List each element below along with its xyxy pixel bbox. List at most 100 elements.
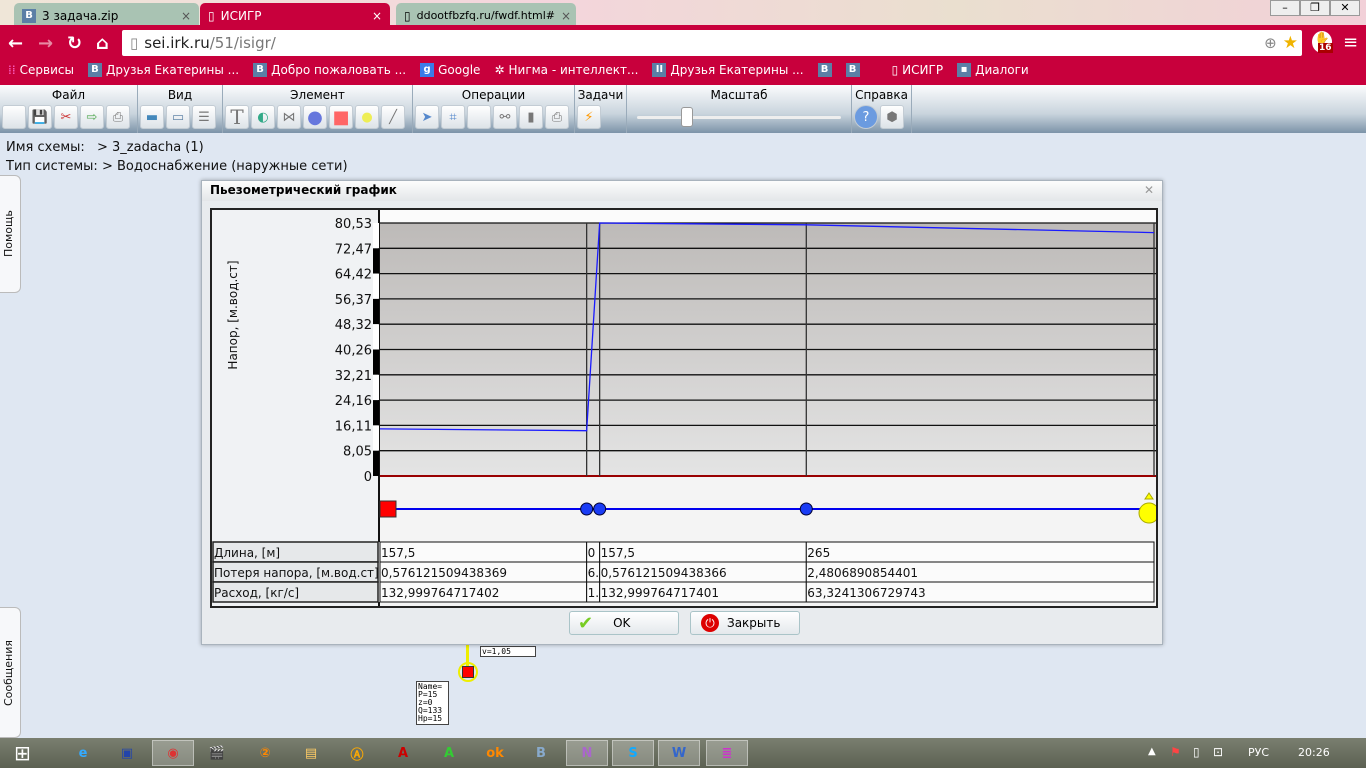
- y-tick-label: 48,32: [335, 318, 372, 333]
- start-icon[interactable]: ⊞: [14, 741, 31, 765]
- junction-node: [593, 502, 607, 516]
- image-icon[interactable]: ▭: [166, 105, 190, 129]
- chrome-icon[interactable]: ◉: [152, 740, 194, 766]
- pointer-icon[interactable]: ➤: [415, 105, 439, 129]
- y-tick-label: 8,05: [343, 445, 372, 460]
- tools-icon[interactable]: ✂: [54, 105, 78, 129]
- close-icon[interactable]: ×: [181, 9, 191, 23]
- onenote-icon[interactable]: N: [566, 740, 608, 766]
- aimp-icon[interactable]: Ⓐ: [336, 740, 378, 766]
- menu-icon[interactable]: ≡: [1343, 32, 1358, 53]
- piezometric-dialog: Пьезометрический график ✕ 80,53 72,47 64,4…: [201, 180, 1163, 645]
- pdf-icon[interactable]: A: [382, 740, 424, 766]
- tray-arrow-icon[interactable]: ▲: [1148, 746, 1156, 757]
- ie-icon[interactable]: e: [62, 740, 104, 766]
- bookmark-item[interactable]: В Друзья Екатерины ...: [87, 63, 239, 77]
- zoom-icon[interactable]: ⊕: [1264, 34, 1277, 52]
- print-icon[interactable]: ⎙: [106, 105, 130, 129]
- star-icon[interactable]: ★: [1283, 33, 1298, 53]
- bookmark-item[interactable]: В Добро пожаловать ...: [253, 63, 406, 77]
- scheme-label: Имя схемы:: [6, 140, 85, 155]
- cube-icon[interactable]: ⬢: [880, 105, 904, 129]
- zoom-slider[interactable]: [629, 105, 849, 129]
- select-area-icon[interactable]: ⌗: [441, 105, 465, 129]
- binoculars-icon[interactable]: ⚯: [493, 105, 517, 129]
- blank-icon[interactable]: [467, 105, 491, 129]
- chart-icon[interactable]: ▮: [519, 105, 543, 129]
- adblock-icon[interactable]: ✋ 16: [1312, 31, 1333, 53]
- close-icon[interactable]: ×: [372, 9, 382, 23]
- home-icon[interactable]: ⌂: [96, 33, 109, 54]
- skype-icon[interactable]: S: [612, 740, 654, 766]
- pause-icon: II: [652, 63, 667, 77]
- close-button[interactable]: ⏻ Закрыть: [690, 611, 800, 635]
- valve-icon[interactable]: ⋈: [277, 105, 301, 129]
- bookmark-label: ИСИГР: [902, 63, 944, 77]
- bookmark-item[interactable]: II Друзья Екатерины ...: [652, 63, 804, 77]
- word-icon[interactable]: W: [658, 740, 700, 766]
- bookmark-item[interactable]: В: [845, 63, 860, 77]
- explorer-icon[interactable]: ▤: [290, 740, 332, 766]
- vk-icon: В: [817, 63, 832, 77]
- floppy-icon[interactable]: ▣: [106, 740, 148, 766]
- axis-band: [373, 450, 379, 476]
- label-text: v=1,05: [482, 647, 511, 656]
- export-icon[interactable]: ⇨: [80, 105, 104, 129]
- odnoklassniki-icon[interactable]: ok: [474, 740, 516, 766]
- winrar-icon[interactable]: ≣: [706, 740, 748, 766]
- restore-button[interactable]: ❐: [1300, 0, 1330, 16]
- pump-icon[interactable]: ◐: [251, 105, 275, 129]
- a-green-icon[interactable]: A: [428, 740, 470, 766]
- video-icon[interactable]: 🎬: [196, 740, 238, 766]
- pipe-icon[interactable]: ╱: [381, 105, 405, 129]
- text-icon[interactable]: T: [225, 105, 249, 129]
- network-icon[interactable]: ⊡: [1213, 745, 1223, 759]
- bookmark-dialogs[interactable]: ▪ Диалоги: [957, 63, 1029, 77]
- bookmark-label: Google: [438, 63, 481, 77]
- app2-icon[interactable]: ②: [244, 740, 286, 766]
- source-node[interactable]: [462, 666, 474, 678]
- help-icon[interactable]: ?: [854, 105, 878, 129]
- flag-icon[interactable]: ⚑: [1170, 745, 1181, 759]
- scheme-info: Имя схемы: > 3_zadacha (1) Тип системы: >…: [6, 138, 348, 176]
- side-tab-label: Помощь: [2, 210, 15, 258]
- save-icon[interactable]: 💾: [28, 105, 52, 129]
- chat-icon: ▪: [957, 63, 972, 77]
- bookmark-services[interactable]: ⁞⁞ Сервисы: [8, 63, 74, 77]
- close-icon[interactable]: ×: [561, 9, 571, 23]
- source-icon[interactable]: ■: [329, 105, 353, 129]
- table-value: 157,5: [381, 546, 415, 560]
- printer-icon[interactable]: ⎙: [545, 105, 569, 129]
- address-bar[interactable]: ▯ sei.irk.ru/51/isigr/ ⊕ ★: [122, 30, 1302, 56]
- reload-icon[interactable]: ↻: [67, 33, 82, 54]
- list-icon[interactable]: ☰: [192, 105, 216, 129]
- new-icon[interactable]: [2, 105, 26, 129]
- vk-icon: В: [22, 8, 36, 23]
- group-element: Элемент T ◐ ⋈ ● ■ ● ╱: [223, 85, 413, 133]
- close-icon[interactable]: ✕: [1144, 183, 1154, 197]
- system-value: > Водоснабжение (наружные сети): [101, 159, 348, 174]
- battery-icon[interactable]: ▯: [1193, 745, 1200, 759]
- consumer-icon[interactable]: ●: [355, 105, 379, 129]
- table-value: 6.: [588, 566, 599, 580]
- bookmark-item[interactable]: В: [817, 63, 832, 77]
- vk-icon: В: [253, 63, 268, 77]
- lightning-icon[interactable]: ⚡: [577, 105, 601, 129]
- back-icon[interactable]: ←: [8, 33, 23, 54]
- messages-side-tab[interactable]: Сообщения: [0, 607, 21, 738]
- vk-icon[interactable]: В: [520, 740, 562, 766]
- minimize-button[interactable]: –: [1270, 0, 1300, 16]
- clock[interactable]: 20:26: [1298, 746, 1330, 759]
- junction-icon[interactable]: ●: [303, 105, 327, 129]
- language-indicator[interactable]: РУС: [1248, 746, 1269, 759]
- bookmark-isigr[interactable]: ▯ ИСИГР: [892, 63, 944, 77]
- close-window-button[interactable]: ✕: [1330, 0, 1360, 16]
- help-side-tab[interactable]: Помощь: [0, 175, 21, 293]
- bookmark-nigma[interactable]: ✲ Нигма - интеллект...: [494, 63, 638, 77]
- ok-button[interactable]: ✔ OK: [569, 611, 679, 635]
- layers-icon[interactable]: ▬: [140, 105, 164, 129]
- tab-label: ddootfbzfq.ru/fwdf.html#: [416, 9, 556, 22]
- slider-thumb[interactable]: [680, 107, 693, 127]
- bookmark-google[interactable]: g Google: [420, 63, 480, 77]
- group-label: Элемент: [290, 88, 345, 102]
